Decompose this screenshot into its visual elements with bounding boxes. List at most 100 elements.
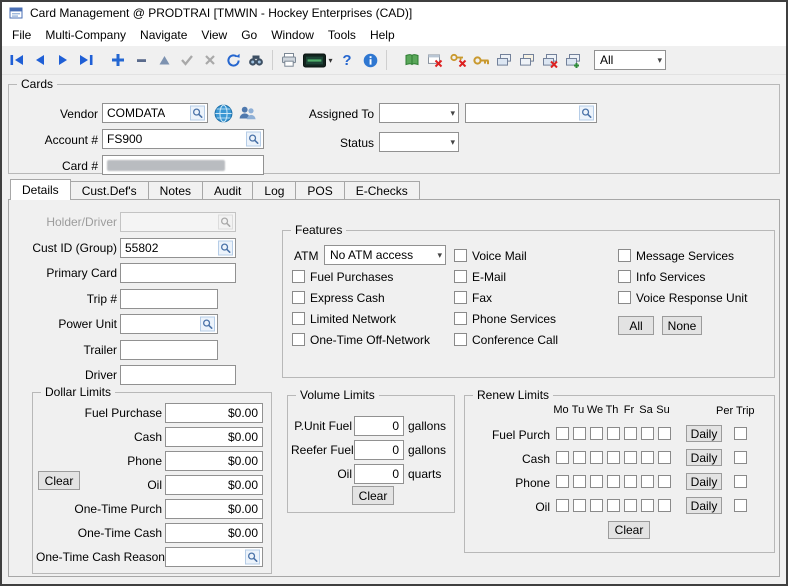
menu-view[interactable]: View	[194, 25, 234, 45]
renew-oil-tu-checkbox[interactable]	[573, 499, 586, 512]
renew-oil-sa-checkbox[interactable]	[641, 499, 654, 512]
checkbox-e-mail[interactable]: E-Mail	[454, 270, 506, 284]
cust-id-field[interactable]: 55802	[120, 238, 236, 258]
checkbox-icon[interactable]	[292, 270, 305, 283]
trip-field[interactable]	[120, 289, 218, 309]
reefer-fuel-field[interactable]: 0	[354, 440, 404, 460]
checkbox-fuel-purchases[interactable]: Fuel Purchases	[292, 270, 393, 284]
cards-copy-icon[interactable]	[516, 49, 538, 71]
checkbox-voice-response-unit[interactable]: Voice Response Unit	[618, 291, 747, 305]
power-unit-lookup-icon[interactable]	[200, 317, 215, 332]
oil-field[interactable]: $0.00	[165, 475, 263, 495]
checkbox-one-time-off-network[interactable]: One-Time Off-Network	[292, 333, 430, 347]
assigned-to-lookup-icon[interactable]	[579, 106, 594, 121]
checkbox-icon[interactable]	[618, 291, 631, 304]
add-icon[interactable]	[107, 49, 129, 71]
cash-field[interactable]: $0.00	[165, 427, 263, 447]
renew-fuel-purch-tu-checkbox[interactable]	[573, 427, 586, 440]
checkbox-icon[interactable]	[454, 333, 467, 346]
checkbox-icon[interactable]	[618, 249, 631, 262]
renew-oil-th-checkbox[interactable]	[607, 499, 620, 512]
renew-limits-clear-button[interactable]: Clear	[608, 521, 650, 539]
menu-window[interactable]: Window	[264, 25, 321, 45]
toolbar-filter-combo[interactable]: All ▾	[594, 50, 666, 70]
renew-oil-mo-checkbox[interactable]	[556, 499, 569, 512]
card-display-button[interactable]: ▾	[301, 49, 335, 71]
last-record-icon[interactable]	[75, 49, 97, 71]
one-time-purch-field[interactable]: $0.00	[165, 499, 263, 519]
renew-phone-sa-checkbox[interactable]	[641, 475, 654, 488]
checkbox-icon[interactable]	[292, 312, 305, 325]
renew-phone-th-checkbox[interactable]	[607, 475, 620, 488]
checkbox-icon[interactable]	[454, 270, 467, 283]
status-combo[interactable]: ▾	[379, 132, 459, 152]
renew-phone-per-trip-checkbox[interactable]	[734, 475, 747, 488]
renew-cash-tu-checkbox[interactable]	[573, 451, 586, 464]
renew-cash-we-checkbox[interactable]	[590, 451, 603, 464]
tab-log[interactable]: Log	[252, 181, 296, 200]
renew-cash-sa-checkbox[interactable]	[641, 451, 654, 464]
checkbox-express-cash[interactable]: Express Cash	[292, 291, 385, 305]
assigned-to-combo[interactable]: ▾	[379, 103, 459, 123]
help-icon[interactable]: ?	[336, 49, 358, 71]
renew-fuel-purch-we-checkbox[interactable]	[590, 427, 603, 440]
menu-tools[interactable]: Tools	[321, 25, 363, 45]
refresh-icon[interactable]	[222, 49, 244, 71]
delete-icon[interactable]	[130, 49, 152, 71]
checkbox-info-services[interactable]: Info Services	[618, 270, 705, 284]
renew-oil-fr-checkbox[interactable]	[624, 499, 637, 512]
power-unit-field[interactable]	[120, 314, 218, 334]
menu-navigate[interactable]: Navigate	[133, 25, 194, 45]
renew-oil-su-checkbox[interactable]	[658, 499, 671, 512]
vendor-field[interactable]: COMDATA	[102, 103, 208, 123]
book-icon[interactable]	[401, 49, 423, 71]
renew-oil-daily-button[interactable]: Daily	[686, 497, 722, 514]
renew-fuel-purch-mo-checkbox[interactable]	[556, 427, 569, 440]
previous-record-icon[interactable]	[29, 49, 51, 71]
renew-cash-fr-checkbox[interactable]	[624, 451, 637, 464]
tab-details[interactable]: Details	[10, 179, 71, 200]
renew-cash-per-trip-checkbox[interactable]	[734, 451, 747, 464]
checkbox-voice-mail[interactable]: Voice Mail	[454, 249, 527, 263]
volume-oil-field[interactable]: 0	[354, 464, 404, 484]
menu-go[interactable]: Go	[234, 25, 264, 45]
cancel-icon[interactable]	[199, 49, 221, 71]
checkbox-message-services[interactable]: Message Services	[618, 249, 734, 263]
save-icon[interactable]	[176, 49, 198, 71]
first-record-icon[interactable]	[6, 49, 28, 71]
checkbox-icon[interactable]	[454, 312, 467, 325]
renew-fuel-purch-daily-button[interactable]: Daily	[686, 425, 722, 442]
tab-notes[interactable]: Notes	[148, 181, 203, 200]
primary-card-field[interactable]	[120, 263, 236, 283]
checkbox-phone-services[interactable]: Phone Services	[454, 312, 556, 326]
menu-multi-company[interactable]: Multi-Company	[38, 25, 133, 45]
atm-combo[interactable]: No ATM access ▾	[324, 245, 446, 265]
renew-oil-per-trip-checkbox[interactable]	[734, 499, 747, 512]
cards-delete-icon[interactable]	[539, 49, 561, 71]
checkbox-fax[interactable]: Fax	[454, 291, 492, 305]
checkbox-limited-network[interactable]: Limited Network	[292, 312, 396, 326]
renew-cash-th-checkbox[interactable]	[607, 451, 620, 464]
all-button[interactable]: All	[618, 316, 654, 335]
renew-cash-mo-checkbox[interactable]	[556, 451, 569, 464]
checkbox-icon[interactable]	[292, 291, 305, 304]
renew-fuel-purch-fr-checkbox[interactable]	[624, 427, 637, 440]
tab-e-checks[interactable]: E-Checks	[344, 181, 420, 200]
renew-oil-we-checkbox[interactable]	[590, 499, 603, 512]
checkbox-icon[interactable]	[454, 249, 467, 262]
cards-stack-icon[interactable]	[493, 49, 515, 71]
p-unit-fuel-field[interactable]: 0	[354, 416, 404, 436]
checkbox-icon[interactable]	[292, 333, 305, 346]
renew-fuel-purch-sa-checkbox[interactable]	[641, 427, 654, 440]
tab-cust-defs[interactable]: Cust.Def's	[70, 181, 149, 200]
driver-field[interactable]	[120, 365, 236, 385]
renew-phone-mo-checkbox[interactable]	[556, 475, 569, 488]
card-revoke-icon[interactable]	[424, 49, 446, 71]
checkbox-conference-call[interactable]: Conference Call	[454, 333, 558, 347]
trailer-field[interactable]	[120, 340, 218, 360]
move-up-icon[interactable]	[153, 49, 175, 71]
one-time-cash-reason-lookup-icon[interactable]	[245, 550, 260, 565]
one-time-cash-field[interactable]: $0.00	[165, 523, 263, 543]
renew-phone-daily-button[interactable]: Daily	[686, 473, 722, 490]
key-revoke-icon[interactable]	[447, 49, 469, 71]
